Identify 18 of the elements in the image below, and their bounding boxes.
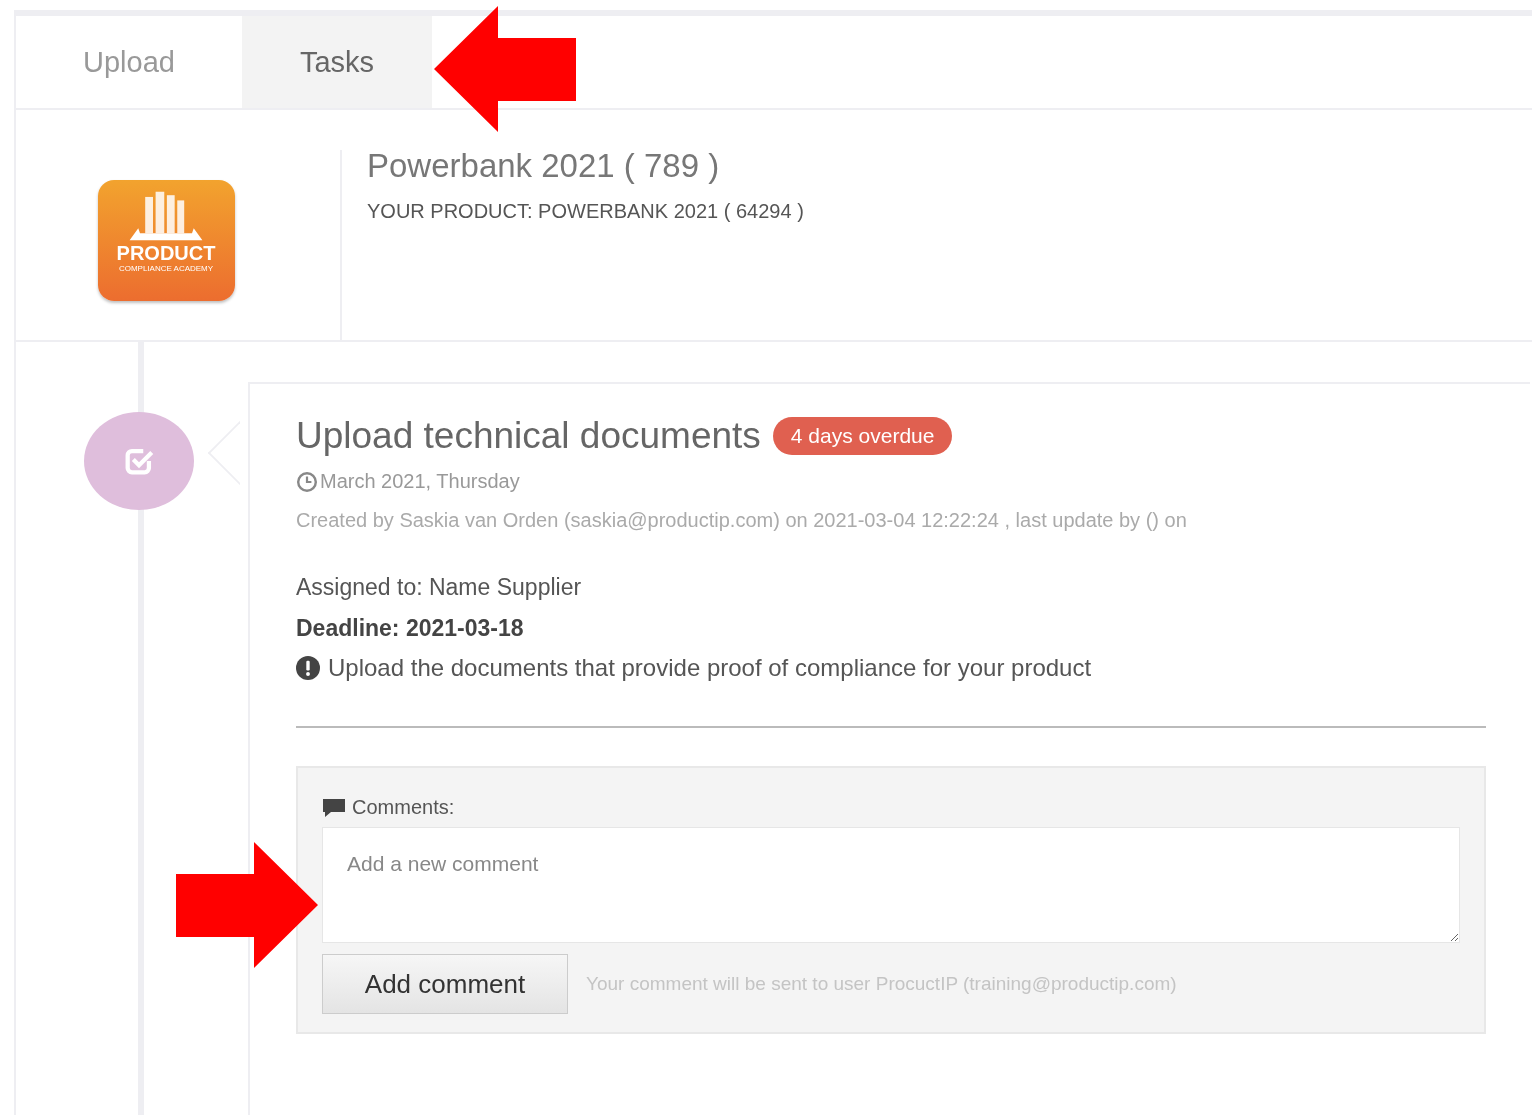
task-title: Upload technical documents (296, 414, 761, 458)
deadline: Deadline: 2021-03-18 (296, 615, 525, 642)
assigned-to: Assigned to: Name Supplier (296, 574, 583, 601)
tab[interactable]: Tasks (242, 16, 432, 108)
logo-text: PRODUCT (116, 242, 216, 264)
logo-tagline: COMPLIANCE ACADEMY (118, 264, 214, 274)
task-date: March 2021, Thursday (320, 470, 520, 493)
comment-field[interactable]: Add a new comment (322, 827, 1460, 943)
overdue-badge: 4 days overdue (772, 417, 953, 455)
comments-label: Comments: (352, 796, 455, 819)
task-created-info: Created by Saskia van Orden (saskia@productip.com) on 2021-03-04 12:22:24 , last update by () on (296, 509, 1188, 532)
product-subtitle: YOUR PRODUCT: POWERBANK 2021 ( 64294 ) (367, 200, 804, 223)
exclamation-icon (296, 656, 320, 680)
clock-icon (296, 470, 318, 493)
product-title: Powerbank 2021 ( 789 ) (367, 146, 721, 186)
add-comment-button[interactable]: Add comment (322, 954, 568, 1014)
speech-bubble-icon (322, 797, 346, 818)
task-description: Upload the documents that provide proof of compliance for your product (328, 654, 1092, 682)
